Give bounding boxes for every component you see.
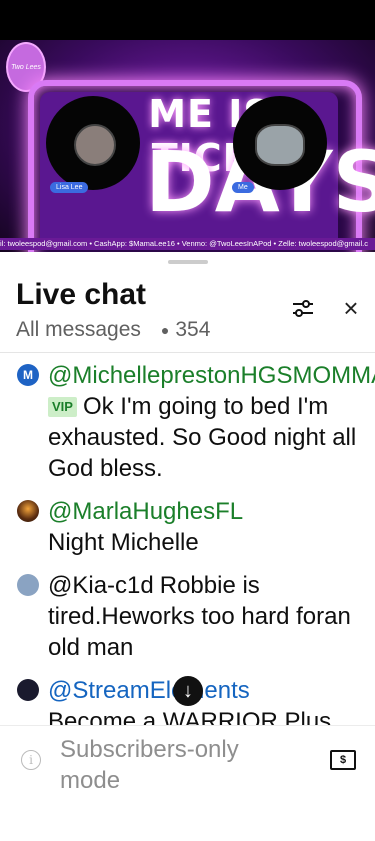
webcam-left <box>46 96 140 190</box>
chat-message: @MarlaHughesFL Night Michelle <box>0 496 375 558</box>
video-player[interactable]: Two Lees ME IS TICKI DAYS Lisa Lee Me il… <box>0 40 375 252</box>
webcam-right-face <box>255 124 305 166</box>
avatar[interactable] <box>17 574 39 596</box>
status-bar <box>0 0 375 40</box>
name-badge-right: Me <box>232 182 254 193</box>
message-author[interactable]: @MichelleprestonHGSMOMMA <box>48 362 375 389</box>
vip-badge: VIP <box>48 397 77 417</box>
message-text: Become a WARRIOR Plus <box>48 708 332 725</box>
header-divider <box>0 352 375 353</box>
chat-message-list[interactable]: M @MichelleprestonHGSMOMMA VIP Ok I'm goin… <box>0 360 375 725</box>
super-chat-icon[interactable]: $ <box>330 750 356 770</box>
webcam-right <box>233 96 327 190</box>
arrow-down-icon[interactable]: ↓ <box>173 676 203 706</box>
chat-footer: i Subscribers-only mode $ <box>0 725 375 841</box>
webcam-left-face <box>74 124 116 166</box>
avatar[interactable]: M <box>17 364 39 386</box>
message-author[interactable]: @MarlaHughesFL <box>48 498 243 525</box>
donation-ticker: il: twoleespod@gmail.com • CashApp: $Mam… <box>0 238 375 250</box>
viewers-icon: ● <box>160 322 170 338</box>
chat-filter-label[interactable]: All messages <box>16 318 141 342</box>
info-icon[interactable]: i <box>21 750 41 770</box>
message-author[interactable]: @Kia-c1d <box>48 572 154 599</box>
message-text: Ok I'm going to bed I'm exhausted. So Go… <box>48 393 357 482</box>
chat-message: M @MichelleprestonHGSMOMMA VIP Ok I'm goin… <box>0 360 375 484</box>
close-icon[interactable]: × <box>340 295 362 322</box>
chat-filter-row[interactable]: All messages ● 354 <box>16 318 210 342</box>
name-badge-left: Lisa Lee <box>50 182 89 193</box>
chat-message: @Kia-c1d Robbie is tired.Heworks too hard… <box>0 570 375 663</box>
subscribers-only-notice: Subscribers-only mode <box>60 736 239 794</box>
viewer-count: 354 <box>175 318 211 341</box>
avatar[interactable] <box>17 500 39 522</box>
avatar[interactable] <box>17 679 39 701</box>
message-author[interactable]: @StreamElements <box>48 677 250 704</box>
tune-icon[interactable] <box>290 296 316 322</box>
drag-handle[interactable] <box>168 260 208 264</box>
message-text: Night Michelle <box>48 529 199 556</box>
live-chat-panel: Live chat All messages ● 354 × M @Michel… <box>0 252 375 841</box>
logo-text: Two Lees <box>11 63 41 71</box>
panel-title: Live chat <box>16 278 147 311</box>
